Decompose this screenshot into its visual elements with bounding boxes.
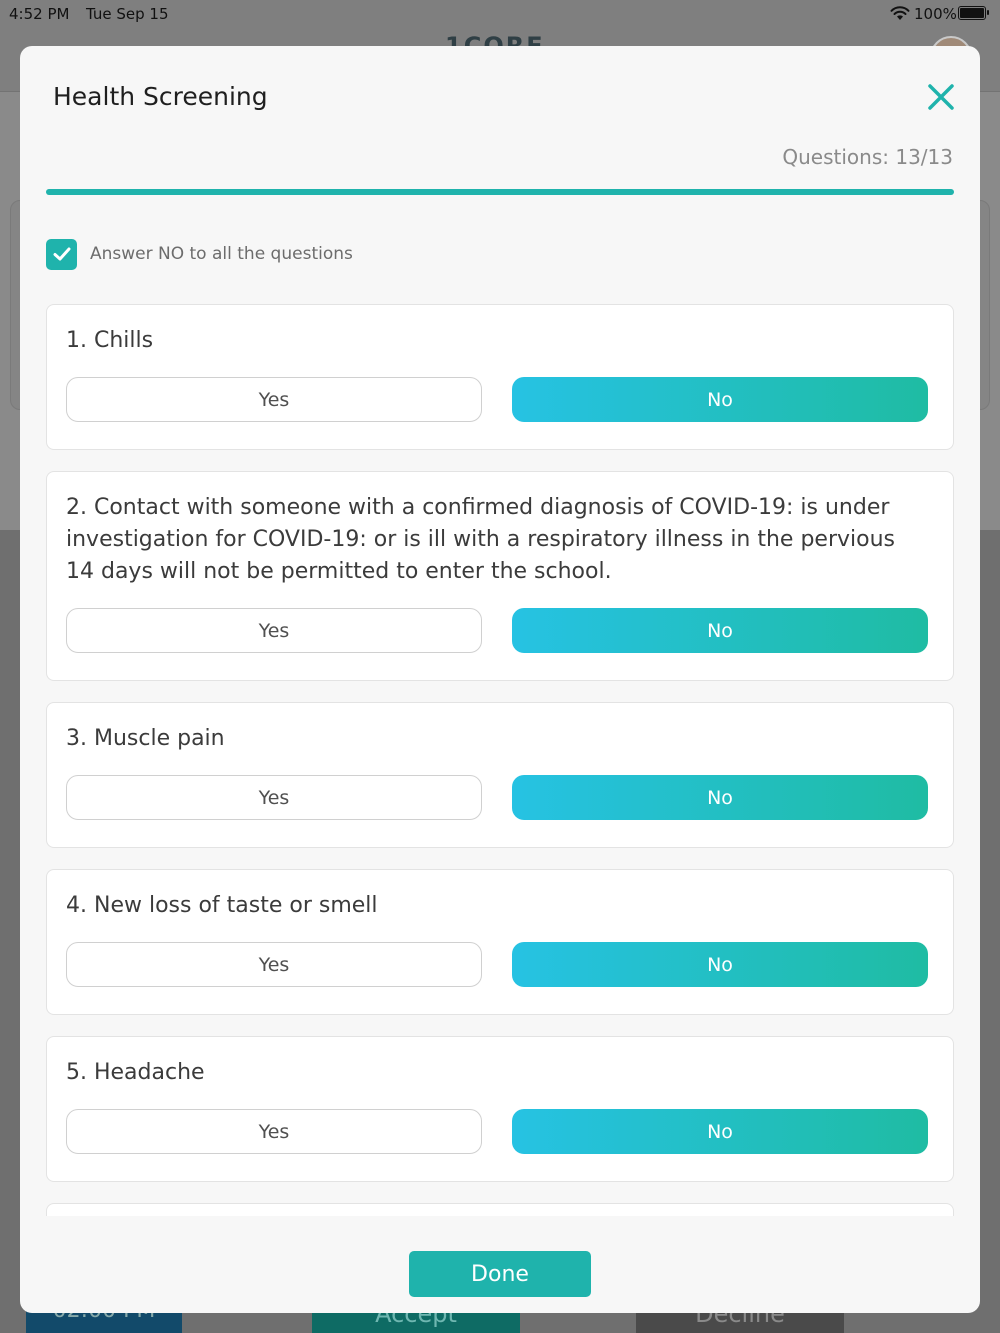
question-text: 1. Chills	[66, 328, 154, 353]
answer-options: Yes No	[66, 377, 928, 422]
question-text: 2. Contact with someone with a confirmed…	[66, 495, 896, 584]
no-button[interactable]: No	[512, 942, 928, 987]
status-bar: 4:52 PM Tue Sep 15 100%	[0, 0, 1000, 28]
no-button[interactable]: No	[512, 608, 928, 653]
yes-button[interactable]: Yes	[66, 608, 482, 653]
answer-options: Yes No	[66, 942, 928, 987]
answer-options: Yes No	[66, 775, 928, 820]
question-card: 5. Headache Yes No	[46, 1036, 954, 1182]
modal-title: Health Screening	[53, 82, 268, 111]
question-text: 3. Muscle pain	[66, 726, 225, 751]
answer-all-label: Answer NO to all the questions	[90, 244, 353, 264]
yes-button[interactable]: Yes	[66, 1109, 482, 1154]
check-icon	[53, 247, 70, 261]
progress-bar	[46, 189, 954, 195]
answer-all-checkbox[interactable]	[46, 238, 77, 270]
status-time: 4:52 PM	[9, 5, 70, 23]
no-button[interactable]: No	[512, 377, 928, 422]
question-card: 1. Chills Yes No	[46, 304, 954, 450]
health-screening-modal: Health Screening Questions: 13/13 Answer…	[20, 46, 980, 1313]
yes-button[interactable]: Yes	[66, 775, 482, 820]
yes-button[interactable]: Yes	[66, 377, 482, 422]
answer-options: Yes No	[66, 608, 928, 653]
question-card: 3. Muscle pain Yes No	[46, 702, 954, 848]
question-text: 4. New loss of taste or smell	[66, 893, 378, 918]
answer-all-no-toggle[interactable]: Answer NO to all the questions	[46, 238, 353, 270]
status-date: Tue Sep 15	[86, 5, 169, 23]
question-list: 1. Chills Yes No 2. Contact with someone…	[46, 304, 954, 1216]
wifi-icon	[890, 6, 910, 20]
done-button[interactable]: Done	[409, 1251, 591, 1297]
question-counter: Questions: 13/13	[782, 145, 953, 169]
yes-button[interactable]: Yes	[66, 942, 482, 987]
battery-icon	[958, 6, 989, 20]
close-icon[interactable]	[924, 80, 958, 114]
no-button[interactable]: No	[512, 775, 928, 820]
battery-percent: 100%	[914, 5, 957, 23]
no-button[interactable]: No	[512, 1109, 928, 1154]
answer-options: Yes No	[66, 1109, 928, 1154]
question-card: 2. Contact with someone with a confirmed…	[46, 471, 954, 681]
question-card: 4. New loss of taste or smell Yes No	[46, 869, 954, 1015]
progress-fill	[46, 189, 954, 195]
question-text: 5. Headache	[66, 1060, 205, 1085]
question-card-partial	[46, 1203, 954, 1216]
